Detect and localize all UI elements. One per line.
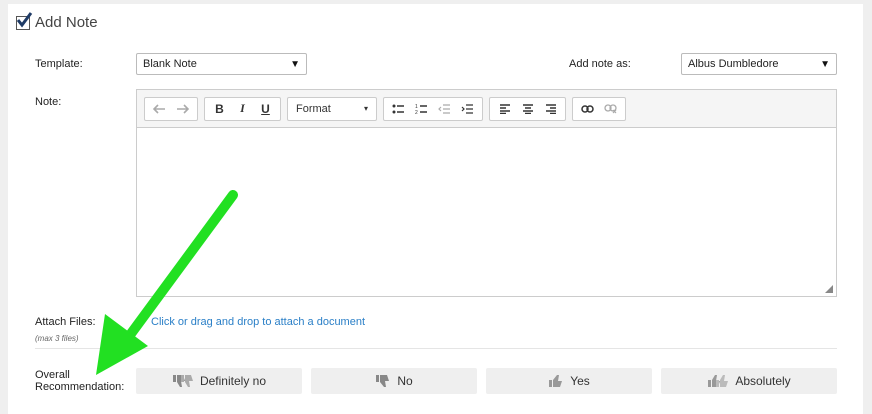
thumbs-up-icon xyxy=(549,375,563,387)
note-label: Note: xyxy=(35,96,62,108)
unlink-icon[interactable] xyxy=(600,99,621,119)
redo-icon[interactable] xyxy=(172,99,193,119)
link-group xyxy=(572,96,626,121)
chevron-down-icon: ▾ xyxy=(363,104,368,113)
bullet-list-icon[interactable] xyxy=(388,99,409,119)
template-select-value: Blank Note xyxy=(143,58,197,70)
align-group xyxy=(489,96,566,121)
align-left-icon[interactable] xyxy=(494,99,515,119)
attach-files-sublabel: (max 3 files) xyxy=(35,334,79,343)
no-label: No xyxy=(397,374,413,388)
format-label: Format xyxy=(296,102,331,115)
thumbs-down-icon xyxy=(376,375,390,387)
add-note-title: Add Note xyxy=(35,14,98,31)
recommend-yes-button[interactable]: Yes xyxy=(486,368,652,394)
recommend-absolutely-button[interactable]: Absolutely xyxy=(661,368,837,394)
undo-icon[interactable] xyxy=(149,99,170,119)
absolutely-label: Absolutely xyxy=(735,374,791,388)
numbered-list-icon[interactable]: 12 xyxy=(411,99,432,119)
divider xyxy=(35,348,837,349)
link-icon[interactable] xyxy=(577,99,598,119)
overall-recommendation-label-line2: Recommendation: xyxy=(35,381,125,393)
double-thumbs-up-icon xyxy=(708,375,729,387)
indent-icon[interactable] xyxy=(457,99,478,119)
svg-text:2: 2 xyxy=(415,110,418,114)
template-select[interactable]: Blank Note ▼ xyxy=(136,53,307,75)
yes-label: Yes xyxy=(570,374,590,388)
overall-recommendation-label-line1: Overall xyxy=(35,369,70,381)
editor-toolbar: B I U Format ▾ 12 xyxy=(137,90,836,128)
add-note-as-select[interactable]: Albus Dumbledore ▼ xyxy=(681,53,837,75)
checkmark-icon xyxy=(16,11,33,27)
outdent-icon[interactable] xyxy=(434,99,455,119)
double-thumbs-down-icon xyxy=(172,375,193,387)
template-label: Template: xyxy=(35,58,83,70)
recommend-definitely-no-button[interactable]: Definitely no xyxy=(136,368,302,394)
definitely-no-label: Definitely no xyxy=(199,374,267,388)
add-note-header: Add Note xyxy=(16,11,98,31)
format-dropdown[interactable]: Format ▾ xyxy=(287,96,377,121)
align-center-icon[interactable] xyxy=(517,99,538,119)
text-style-group: B I U xyxy=(204,96,281,121)
add-note-as-label: Add note as: xyxy=(569,58,631,70)
attach-document-link[interactable]: Click or drag and drop to attach a docum… xyxy=(151,316,365,328)
italic-icon[interactable]: I xyxy=(232,99,253,119)
recommend-no-button[interactable]: No xyxy=(311,368,477,394)
bold-icon[interactable]: B xyxy=(209,99,230,119)
chevron-down-icon: ▼ xyxy=(290,58,300,70)
align-right-icon[interactable] xyxy=(540,99,561,119)
note-editor[interactable]: B I U Format ▾ 12 xyxy=(136,89,837,297)
attach-files-label: Attach Files: xyxy=(35,316,96,328)
underline-icon[interactable]: U xyxy=(255,99,276,119)
list-group: 12 xyxy=(383,96,483,121)
chevron-down-icon: ▼ xyxy=(820,58,830,70)
add-note-as-value: Albus Dumbledore xyxy=(688,58,779,70)
history-group xyxy=(144,96,198,121)
add-note-checkbox[interactable] xyxy=(16,11,33,30)
resize-handle-icon[interactable] xyxy=(825,285,833,293)
overall-recommendation-label: Overall Recommendation: xyxy=(35,369,124,393)
